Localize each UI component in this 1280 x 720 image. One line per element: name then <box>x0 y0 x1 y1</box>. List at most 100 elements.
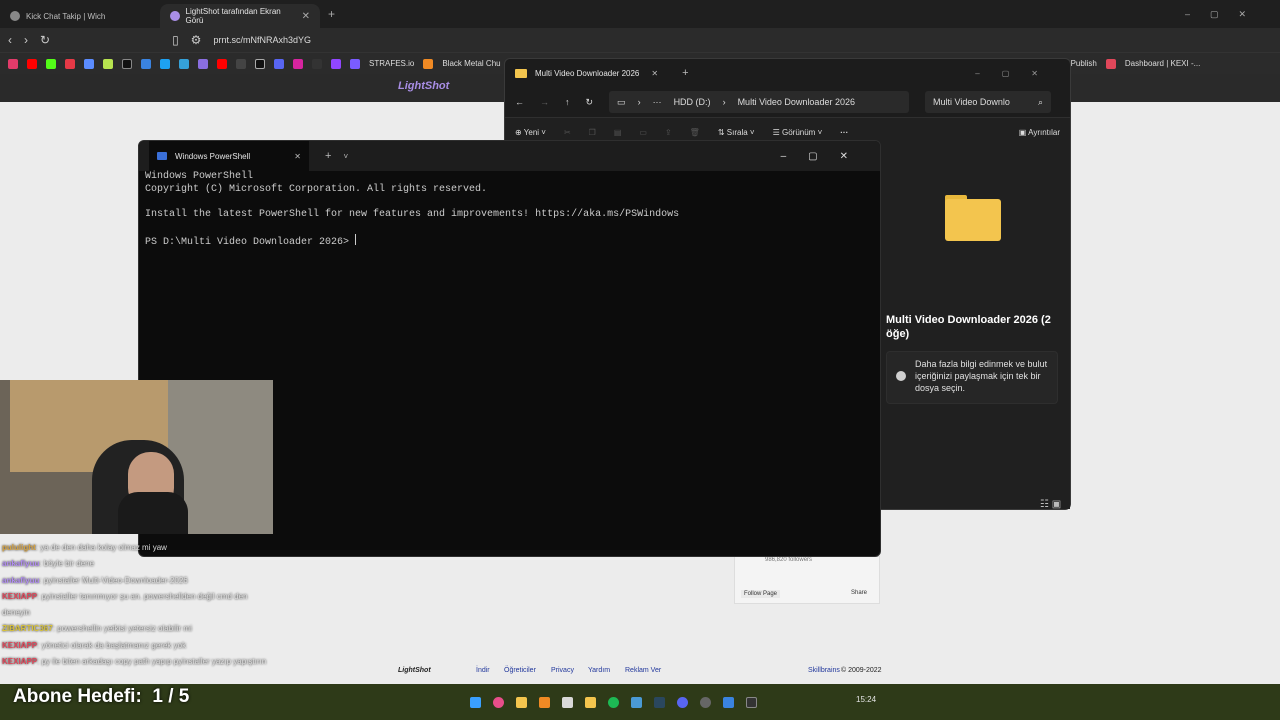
bookmark-icon[interactable] <box>312 58 322 69</box>
back-icon[interactable]: ‹ <box>8 33 12 47</box>
chat-username[interactable]: ankaflyuu <box>2 576 39 585</box>
footer-link-privacy[interactable]: Privacy <box>551 667 574 674</box>
lightshot-logo[interactable]: LightShot <box>398 80 449 92</box>
bookmark-black-metal[interactable]: Black Metal Chu <box>442 59 500 68</box>
search-box[interactable]: Multi Video Downlo ⌕ <box>925 91 1052 113</box>
up-arrow-icon[interactable]: ↑ <box>565 97 570 107</box>
steam-icon[interactable] <box>654 696 665 708</box>
address-bar[interactable]: prnt.sc/mNfNRAxh3dYG <box>213 35 311 45</box>
taskbar-clock[interactable]: 15:24 <box>856 695 876 704</box>
breadcrumb-drive[interactable]: HDD (D:) <box>674 97 711 107</box>
bookmark-icon[interactable]: ▯ <box>172 33 179 47</box>
folder-icon[interactable] <box>516 696 527 708</box>
browser-tab-kick[interactable]: Kick Chat Takip | Wich <box>0 4 160 28</box>
close-icon[interactable]: ✕ <box>302 11 310 22</box>
app-icon[interactable] <box>631 696 642 708</box>
new-tab-button[interactable]: + <box>682 67 688 79</box>
copy-icon[interactable]: ❐ <box>589 128 596 137</box>
delete-icon[interactable]: 🗑 <box>690 128 700 137</box>
x-icon[interactable] <box>255 58 265 69</box>
app-icon[interactable] <box>585 696 596 708</box>
bookmark-icon[interactable] <box>179 58 189 69</box>
new-tab-button[interactable]: + <box>328 7 335 21</box>
view-button[interactable]: ☰ Görünüm ˅ <box>773 128 823 137</box>
footer-link-advertise[interactable]: Reklam Ver <box>625 667 661 674</box>
details-button[interactable]: ▣ Ayrıntılar <box>1019 128 1060 137</box>
chevron-down-icon[interactable]: ˅ <box>343 152 348 161</box>
bookmark-icon[interactable] <box>160 58 170 69</box>
terminal-icon[interactable] <box>746 696 757 708</box>
bookmark-icon[interactable] <box>8 58 18 69</box>
start-icon[interactable] <box>470 696 481 708</box>
footer-link-tutorials[interactable]: Öğreticiler <box>504 667 536 674</box>
sort-button[interactable]: ⇅ Sırala ˅ <box>718 128 755 137</box>
spotify-icon[interactable] <box>608 696 619 708</box>
site-settings-icon[interactable]: ⚙ <box>191 33 202 47</box>
terminal-line: Install the latest PowerShell for new fe… <box>145 208 680 220</box>
youtube-icon[interactable] <box>217 58 227 69</box>
terminal-output[interactable]: Windows PowerShell Copyright (C) Microsof… <box>145 171 679 250</box>
window-controls[interactable]: –▢✕ <box>1185 9 1266 20</box>
follow-page-button[interactable]: Follow Page <box>741 590 781 598</box>
skillbrains-link[interactable]: Skillbrains <box>808 667 840 674</box>
plus-circle-icon: ⊕ <box>515 128 522 137</box>
view-toggle-icons[interactable]: ☷ ▣ <box>1040 499 1061 510</box>
chat-username[interactable]: pululight <box>2 543 36 552</box>
more-options-icon[interactable]: ··· <box>840 128 848 137</box>
close-icon[interactable]: ✕ <box>294 152 301 161</box>
details-label: Ayrıntılar <box>1028 128 1060 137</box>
kick-icon[interactable] <box>46 58 56 69</box>
app-icon[interactable] <box>723 696 734 708</box>
discord-icon[interactable] <box>677 696 688 708</box>
footer-link-download[interactable]: İndir <box>476 667 490 674</box>
discord-icon[interactable] <box>274 58 284 69</box>
window-controls[interactable]: –▢✕ <box>781 151 870 162</box>
bookmark-icon[interactable] <box>236 58 246 69</box>
forward-icon[interactable]: › <box>24 33 28 47</box>
explorer-tab-title[interactable]: Multi Video Downloader 2026 <box>535 69 639 78</box>
bookmark-icon[interactable] <box>198 58 208 69</box>
breadcrumb-folder[interactable]: Multi Video Downloader 2026 <box>738 97 855 107</box>
youtube-icon[interactable] <box>27 58 37 69</box>
folder-large-icon <box>945 199 1001 241</box>
app-icon[interactable] <box>493 696 504 708</box>
chat-username[interactable]: KEXIAPP <box>2 641 37 650</box>
reload-icon[interactable]: ↻ <box>40 33 50 47</box>
address-breadcrumb[interactable]: ▭ › ··· HDD (D:) › Multi Video Downloade… <box>609 91 910 113</box>
refresh-icon[interactable]: ↻ <box>586 97 594 108</box>
instagram-icon[interactable] <box>293 58 303 69</box>
details-info-card: Daha fazla bilgi edinmek ve bulut içeriğ… <box>886 351 1058 404</box>
bookmark-icon[interactable] <box>141 58 151 69</box>
chat-username[interactable]: KEXIAPP <box>2 657 37 666</box>
cut-icon[interactable]: ✂ <box>564 128 571 137</box>
new-tab-button[interactable]: + <box>325 150 331 162</box>
app-icon[interactable] <box>562 696 573 708</box>
paste-icon[interactable]: ▤ <box>614 128 622 137</box>
chat-username[interactable]: ankaflyuu <box>2 559 39 568</box>
more-icon[interactable]: ··· <box>653 97 662 107</box>
browser-tab-lightshot[interactable]: LightShot tarafından Ekran Görü ✕ <box>160 4 320 28</box>
back-arrow-icon[interactable]: ← <box>515 97 524 107</box>
bookmark-icon[interactable] <box>84 58 94 69</box>
terminal-tab[interactable]: Windows PowerShell ✕ <box>149 141 309 171</box>
tab-title: Kick Chat Takip | Wich <box>26 11 106 21</box>
chat-username[interactable]: KEXIAPP <box>2 592 37 601</box>
share-button[interactable]: Share <box>851 590 867 596</box>
bookmark-strafes[interactable]: STRAFES.io <box>369 59 414 68</box>
share-icon[interactable]: ⇪ <box>665 128 672 137</box>
bookmark-dashboard-kexi[interactable]: Dashboard | KEXI -... <box>1125 59 1200 68</box>
tiktok-icon[interactable] <box>122 58 132 69</box>
chat-username[interactable]: ZIBARTIC367 <box>2 624 53 633</box>
footer-link-help[interactable]: Yardım <box>588 667 610 674</box>
rename-icon[interactable]: ▭ <box>639 128 647 137</box>
footer-logo[interactable]: LightShot <box>398 667 431 674</box>
forward-arrow-icon[interactable]: → <box>540 97 549 107</box>
new-button[interactable]: ⊕ Yeni ˅ <box>515 128 546 137</box>
app-icon[interactable] <box>539 696 550 708</box>
bookmark-icon[interactable] <box>65 58 75 69</box>
bookmark-icon[interactable] <box>103 58 113 69</box>
window-controls[interactable]: –▢✕ <box>975 69 1060 78</box>
close-icon[interactable]: ✕ <box>651 69 658 78</box>
obs-icon[interactable] <box>700 696 711 708</box>
twitch-icon[interactable] <box>331 58 341 69</box>
